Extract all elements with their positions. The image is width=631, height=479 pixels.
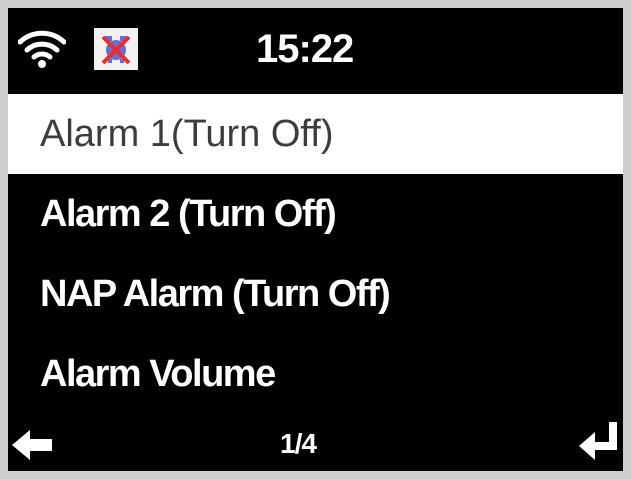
display-screen: 15:22 Alarm 1(Turn Off) Alarm 2 (Turn Of… bbox=[8, 8, 623, 471]
device-bezel: 15:22 Alarm 1(Turn Off) Alarm 2 (Turn Of… bbox=[0, 0, 631, 479]
page-indicator: 1/4 bbox=[280, 428, 317, 459]
footer-bar: 1/4 bbox=[8, 414, 623, 471]
menu-item-alarm-2[interactable]: Alarm 2 (Turn Off) bbox=[8, 174, 623, 254]
enter-icon[interactable] bbox=[579, 422, 619, 462]
menu-item-alarm-1[interactable]: Alarm 1(Turn Off) bbox=[8, 94, 623, 174]
menu-item-alarm-volume[interactable]: Alarm Volume bbox=[8, 334, 623, 414]
back-arrow-icon[interactable] bbox=[12, 428, 52, 462]
status-bar: 15:22 bbox=[8, 8, 623, 94]
wifi-icon bbox=[18, 30, 66, 68]
menu-item-nap-alarm[interactable]: NAP Alarm (Turn Off) bbox=[8, 254, 623, 334]
clock-time: 15:22 bbox=[256, 27, 354, 71]
alarm-off-icon bbox=[94, 28, 138, 70]
